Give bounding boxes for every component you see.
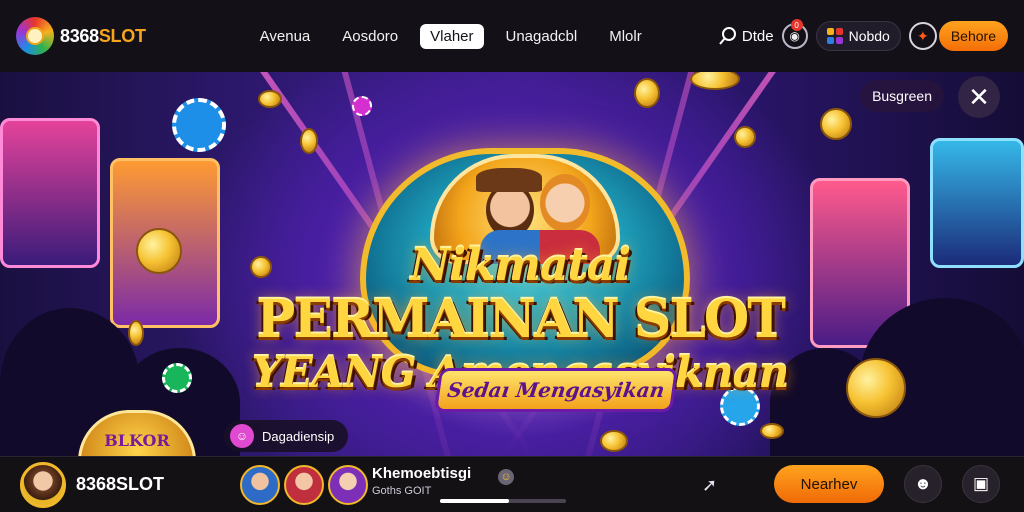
brand-logo[interactable]: 8368SLOT xyxy=(16,17,146,55)
main-nav: Avenua Aosdoro Vlaher Unagadcbl Mlolr xyxy=(250,23,664,49)
player-avatar[interactable] xyxy=(328,464,368,505)
gold-coin xyxy=(634,78,660,108)
hero-title-line2: PERMAINAN SLOT xyxy=(256,289,786,350)
now-playing-title: Khemoebtisgi xyxy=(372,465,472,482)
nav-item-unagadcbl[interactable]: Unagadcbl xyxy=(496,24,588,49)
brand-logo-icon xyxy=(16,17,54,55)
progress-bar[interactable] xyxy=(440,499,566,503)
mascot-hat xyxy=(476,168,542,192)
alien-button[interactable]: ☻ xyxy=(904,465,942,503)
smile-icon[interactable]: ☺ xyxy=(498,469,514,485)
hero-title-line1: Nikmatai xyxy=(409,240,631,291)
nav-item-aosdoro[interactable]: Aosdoro xyxy=(332,24,408,49)
gold-coin xyxy=(760,423,784,439)
now-playing-meta: Goths GOIT xyxy=(372,485,432,497)
brand-name: 8368SLOT xyxy=(60,25,146,46)
nav-item-vlaher[interactable]: Vlaher xyxy=(420,23,484,49)
footer-cta-button[interactable]: Nearhev xyxy=(774,465,884,503)
swirl-icon[interactable]: ✦ xyxy=(908,22,937,50)
gold-coin xyxy=(136,228,182,274)
header-cta-button[interactable]: Behore xyxy=(938,21,1008,51)
search-label: Dtde xyxy=(741,27,774,45)
close-button[interactable]: ✕ xyxy=(958,76,1000,118)
slot-machine-left xyxy=(0,118,100,268)
nav-item-avenua[interactable]: Avenua xyxy=(250,24,321,49)
bottom-bar: 8368SLOT Khemoebtisgi Goths GOIT ☺ ➚ Nea… xyxy=(0,456,1024,512)
gold-coin xyxy=(258,90,282,108)
hero-tag-pill[interactable]: Busgreen xyxy=(860,80,944,112)
header-actions: Dtde ◉ 0 Nobdo ✦ Behore xyxy=(718,0,1008,72)
mascot-face-right xyxy=(540,174,590,232)
game-badge-label: BLKOR xyxy=(104,430,170,450)
search-icon xyxy=(719,27,736,45)
hero-subtitle-banner: Sedaı Mengasyikan xyxy=(433,368,679,412)
player-avatar[interactable] xyxy=(240,464,280,505)
search-button[interactable]: Dtde xyxy=(718,26,774,46)
slot-machine-right-2 xyxy=(930,138,1024,268)
top-navigation-bar: 8368SLOT Avenua Aosdoro Vlaher Unagadcbl… xyxy=(0,0,1024,72)
notification-button[interactable]: ◉ 0 xyxy=(781,19,808,49)
user-menu-label: Nobdo xyxy=(848,28,890,44)
expand-icon: ▣ xyxy=(972,474,990,493)
progress-fill xyxy=(440,499,510,503)
chat-icon: ☺ xyxy=(230,424,254,448)
now-playing: Khemoebtisgi Goths GOIT xyxy=(372,465,471,497)
bell-icon: ◉ xyxy=(789,29,800,43)
user-menu-button[interactable]: Nobdo xyxy=(815,21,901,51)
casino-chip xyxy=(172,98,226,152)
pin-icon[interactable]: ➚ xyxy=(702,475,717,496)
expand-button[interactable]: ▣ xyxy=(962,465,1000,503)
nav-item-mlolr[interactable]: Mlolr xyxy=(599,24,652,49)
footer-brand: 8368SLOT xyxy=(76,474,165,494)
hero-subtitle: Sedaı Mengasyikan xyxy=(445,378,667,402)
avatar[interactable] xyxy=(20,461,66,508)
gold-coin xyxy=(300,128,318,154)
grid-icon xyxy=(826,28,843,44)
gold-coin xyxy=(846,358,906,418)
casino-chip xyxy=(162,363,192,393)
notification-badge: 0 xyxy=(790,19,803,31)
gold-coin xyxy=(820,108,852,140)
player-avatar[interactable] xyxy=(284,464,324,505)
player-avatars xyxy=(240,464,372,505)
casino-chip xyxy=(352,96,372,116)
page: 8368SLOT Avenua Aosdoro Vlaher Unagadcbl… xyxy=(0,0,1024,512)
gold-coin xyxy=(600,430,628,452)
hero-banner[interactable]: Nikmatai PERMAINAN SLOT YEANG Amengasyik… xyxy=(0,68,1024,458)
gold-coin xyxy=(734,126,756,148)
chat-label: Dagadiensip xyxy=(262,428,335,444)
alien-icon: ☻ xyxy=(914,474,932,493)
chat-pill[interactable]: ☺ Dagadiensip xyxy=(224,420,349,452)
gold-coin xyxy=(128,320,144,346)
close-icon: ✕ xyxy=(968,81,990,112)
